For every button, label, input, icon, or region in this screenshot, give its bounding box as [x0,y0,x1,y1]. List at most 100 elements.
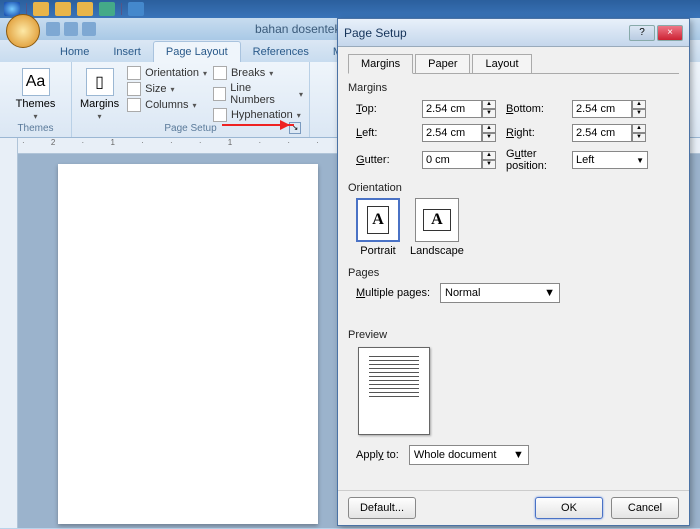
apply-to-label: Apply to: [356,449,399,461]
tab-insert[interactable]: Insert [101,42,153,62]
line-numbers-button[interactable]: Line Numbers▾ [213,82,303,106]
right-spinner[interactable]: ▲▼ [572,124,648,142]
preview-section-label: Preview [348,329,679,341]
tab-home[interactable]: Home [48,42,101,62]
apply-to-select[interactable]: Whole document ▼ [409,445,529,465]
taskbar-app-icon[interactable] [128,2,144,16]
office-button-icon[interactable] [6,14,40,48]
page-setup-dialog: Page Setup ? × Margins Paper Layout Marg… [337,18,690,526]
quick-access-toolbar [46,22,96,36]
gutter-pos-select[interactable]: Left ▼ [572,151,648,169]
tab-margins[interactable]: Margins [348,54,413,74]
annotation-arrow [222,124,294,126]
orientation-section-label: Orientation [348,182,679,194]
vertical-ruler[interactable] [0,138,18,528]
spin-up-icon[interactable]: ▲ [482,151,496,160]
chevron-down-icon: ▼ [636,156,644,165]
left-input[interactable] [422,124,482,142]
qat-save-icon[interactable] [46,22,60,36]
preview-icon [358,347,430,435]
tab-references[interactable]: References [241,42,321,62]
size-icon [127,82,141,96]
size-button[interactable]: Size▾ [127,82,207,96]
orientation-row: A Portrait A Landscape [356,198,679,257]
help-button[interactable]: ? [629,25,655,41]
breaks-button[interactable]: Breaks▾ [213,66,303,80]
margins-grid: Top: ▲▼ Bottom: ▲▼ Left: ▲▼ Right: ▲▼ Gu… [356,100,679,172]
margins-icon: ▯ [86,68,114,96]
dialog-tabs: Margins Paper Layout [348,53,679,74]
taskbar-app-icon[interactable] [99,2,115,16]
bottom-label: Bottom: [506,103,564,115]
multiple-pages-label: Multiple pages: [356,287,430,299]
landscape-label: Landscape [410,245,464,257]
bottom-spinner[interactable]: ▲▼ [572,100,648,118]
dialog-footer: Default... OK Cancel [338,490,689,525]
columns-button[interactable]: Columns▾ [127,98,207,112]
margins-button[interactable]: ▯ Margins ▾ [78,66,121,123]
orientation-button[interactable]: Orientation▾ [127,66,207,80]
qat-undo-icon[interactable] [64,22,78,36]
margins-section-label: Margins [348,82,679,94]
pages-section-label: Pages [348,267,679,279]
close-button[interactable]: × [657,25,683,41]
tab-page-layout[interactable]: Page Layout [153,41,241,62]
spin-up-icon[interactable]: ▲ [632,124,646,133]
taskbar-folder-icon[interactable] [55,2,71,16]
top-input[interactable] [422,100,482,118]
spin-down-icon[interactable]: ▼ [482,133,496,142]
ok-button[interactable]: OK [535,497,603,519]
pages-row: Multiple pages: Normal ▼ [356,283,679,303]
os-taskbar [0,0,700,18]
spin-down-icon[interactable]: ▼ [632,109,646,118]
breaks-icon [213,66,227,80]
themes-button[interactable]: Aa Themes ▾ [6,66,65,123]
spin-up-icon[interactable]: ▲ [482,100,496,109]
gutter-label: Gutter: [356,154,414,166]
top-label: Top: [356,103,414,115]
spin-up-icon[interactable]: ▲ [632,100,646,109]
gutter-spinner[interactable]: ▲▼ [422,151,498,169]
dialog-body: Margins Paper Layout Margins Top: ▲▼ Bot… [338,47,689,490]
bottom-input[interactable] [572,100,632,118]
left-label: Left: [356,127,414,139]
spin-down-icon[interactable]: ▼ [482,160,496,169]
top-spinner[interactable]: ▲▼ [422,100,498,118]
dialog-titlebar[interactable]: Page Setup ? × [338,19,689,47]
spin-down-icon[interactable]: ▼ [632,133,646,142]
apply-row: Apply to: Whole document ▼ [356,445,679,465]
tab-layout[interactable]: Layout [472,54,531,74]
spin-up-icon[interactable]: ▲ [482,124,496,133]
taskbar-folder-icon[interactable] [77,2,93,16]
orientation-landscape[interactable]: A Landscape [410,198,464,257]
line-numbers-icon [213,87,226,101]
left-spinner[interactable]: ▲▼ [422,124,498,142]
orientation-portrait[interactable]: A Portrait [356,198,400,257]
multiple-pages-value: Normal [445,287,480,299]
tab-paper[interactable]: Paper [415,54,470,74]
landscape-icon: A [415,198,459,242]
right-label: Right: [506,127,564,139]
default-button[interactable]: Default... [348,497,416,519]
qat-redo-icon[interactable] [82,22,96,36]
cancel-button[interactable]: Cancel [611,497,679,519]
hyphenation-icon [213,108,227,122]
document-page[interactable] [58,164,318,524]
chevron-down-icon: ▼ [544,287,555,299]
chevron-down-icon: ▼ [513,449,524,461]
right-input[interactable] [572,124,632,142]
gutter-input[interactable] [422,151,482,169]
gutter-pos-value: Left [576,154,594,166]
orientation-icon [127,66,141,80]
apply-to-value: Whole document [414,449,497,461]
themes-icon: Aa [22,68,50,96]
portrait-icon: A [356,198,400,242]
multiple-pages-select[interactable]: Normal ▼ [440,283,560,303]
gutter-pos-label: Gutter position: [506,148,564,172]
taskbar-folder-icon[interactable] [33,2,49,16]
group-themes: Aa Themes ▾ Themes [0,62,72,137]
spin-down-icon[interactable]: ▼ [482,109,496,118]
margins-label: Margins [80,98,119,110]
group-label-themes: Themes [6,123,65,134]
portrait-label: Portrait [360,245,395,257]
